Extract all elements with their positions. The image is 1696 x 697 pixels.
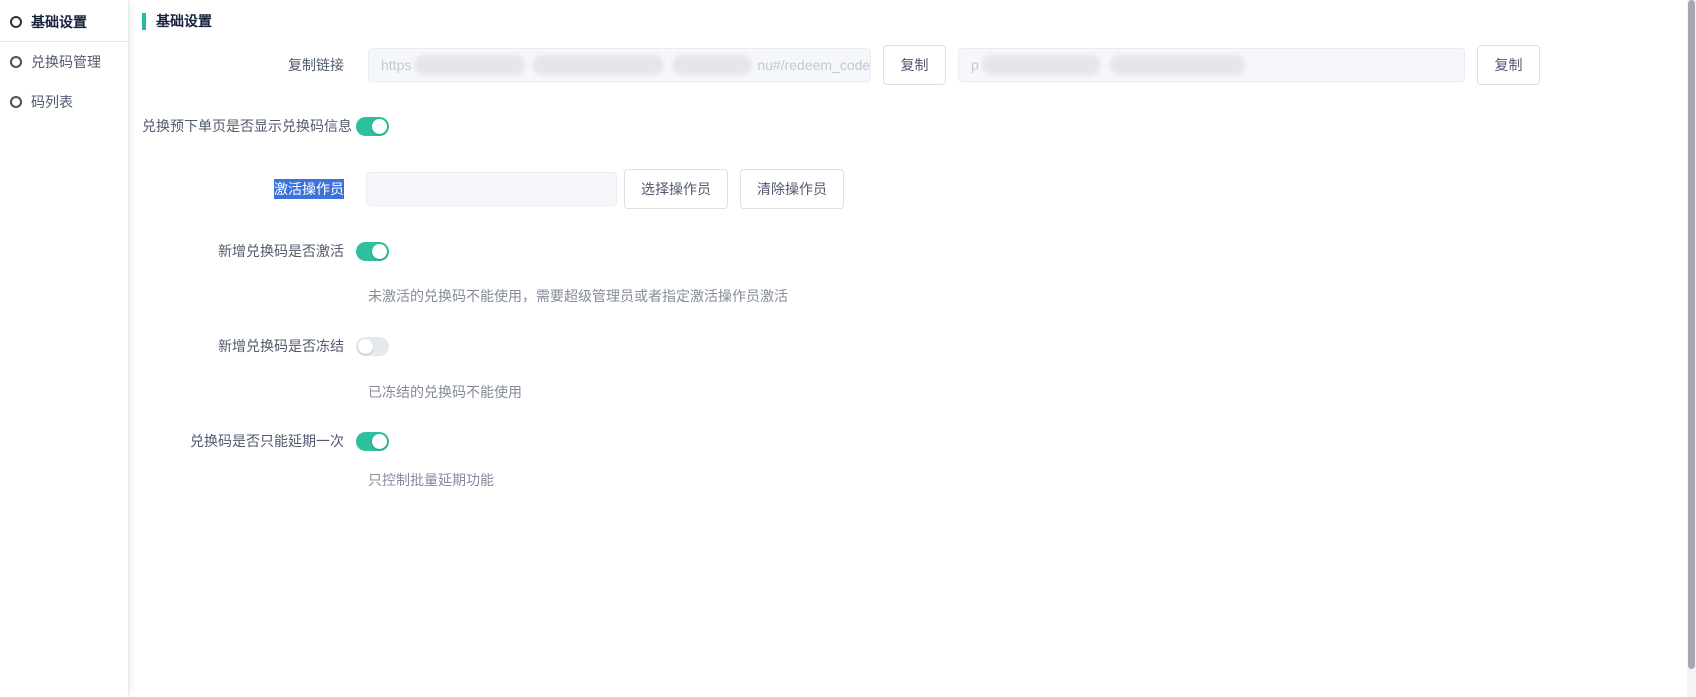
activate-operator-row: 激活操作员 选择操作员 清除操作员 bbox=[142, 169, 1678, 209]
new-code-frozen-toggle[interactable] bbox=[356, 336, 389, 356]
sidebar-item-label: 基础设置 bbox=[31, 13, 87, 30]
redacted-blur bbox=[673, 55, 752, 75]
select-operator-button[interactable]: 选择操作员 bbox=[624, 169, 728, 209]
page-title: 基础设置 bbox=[156, 13, 212, 29]
redacted-blur bbox=[1109, 55, 1245, 75]
extend-once-label: 兑换码是否只能延期一次 bbox=[190, 433, 344, 449]
sidebar-item-code-list[interactable]: 码列表 bbox=[0, 82, 128, 122]
sidebar-item-code-management[interactable]: 兑换码管理 bbox=[0, 42, 128, 82]
link2-prefix: p bbox=[971, 57, 979, 73]
activate-operator-input[interactable] bbox=[366, 172, 617, 206]
new-code-frozen-hint: 已冻结的兑换码不能使用 bbox=[368, 384, 522, 400]
vertical-scrollbar[interactable] bbox=[1688, 0, 1695, 670]
settings-page: 基础设置 兑换码管理 码列表 基础设置 复制链接 https nu#/redee… bbox=[0, 0, 1696, 697]
extend-once-toggle[interactable] bbox=[356, 431, 389, 451]
show-code-info-label: 兑换预下单页是否显示兑换码信息 bbox=[142, 118, 352, 134]
extend-once-hint: 只控制批量延期功能 bbox=[368, 472, 494, 488]
copy-link-label: 复制链接 bbox=[288, 57, 344, 73]
redacted-blur bbox=[415, 55, 526, 75]
copy-button-1[interactable]: 复制 bbox=[883, 45, 946, 85]
show-code-info-row: 兑换预下单页是否显示兑换码信息 bbox=[142, 116, 1678, 136]
radio-circle-icon bbox=[10, 56, 22, 68]
link1-suffix: nu#/redeem_code_list?i=11 bbox=[757, 57, 871, 73]
sidebar-item-basic-settings[interactable]: 基础设置 bbox=[0, 2, 128, 42]
show-code-info-toggle[interactable] bbox=[356, 116, 389, 136]
sidebar: 基础设置 兑换码管理 码列表 bbox=[0, 0, 129, 697]
link1-prefix: https bbox=[381, 57, 412, 73]
scrollbar-track bbox=[1687, 0, 1696, 697]
new-code-frozen-row: 新增兑换码是否冻结 bbox=[142, 336, 1678, 356]
new-code-activated-toggle[interactable] bbox=[356, 241, 389, 261]
new-code-activated-hint: 未激活的兑换码不能使用，需要超级管理员或者指定激活操作员激活 bbox=[368, 288, 788, 304]
copy-link-row: 复制链接 https nu#/redeem_code_list?i=11 复制 … bbox=[142, 45, 1678, 85]
new-code-activated-label: 新增兑换码是否激活 bbox=[218, 243, 344, 259]
activate-operator-label: 激活操作员 bbox=[142, 179, 356, 199]
sidebar-item-label: 码列表 bbox=[31, 94, 73, 110]
redacted-blur bbox=[981, 55, 1100, 75]
copy-link-input-2[interactable]: p bbox=[958, 48, 1465, 82]
radio-circle-icon bbox=[10, 15, 22, 28]
radio-circle-icon bbox=[10, 96, 22, 108]
section-header: 基础设置 bbox=[142, 12, 1678, 30]
new-code-activated-row: 新增兑换码是否激活 bbox=[142, 241, 1678, 261]
redacted-blur bbox=[533, 55, 664, 75]
extend-once-row: 兑换码是否只能延期一次 bbox=[142, 431, 1678, 451]
copy-link-input-1[interactable]: https nu#/redeem_code_list?i=11 bbox=[368, 48, 871, 82]
copy-button-2[interactable]: 复制 bbox=[1477, 45, 1540, 85]
clear-operator-button[interactable]: 清除操作员 bbox=[740, 169, 844, 209]
main-content: 基础设置 复制链接 https nu#/redeem_code_list?i=1… bbox=[129, 0, 1696, 697]
title-accent-bar bbox=[142, 12, 146, 30]
selected-label-text: 激活操作员 bbox=[274, 179, 344, 199]
new-code-frozen-label: 新增兑换码是否冻结 bbox=[218, 338, 344, 354]
sidebar-item-label: 兑换码管理 bbox=[31, 54, 101, 70]
